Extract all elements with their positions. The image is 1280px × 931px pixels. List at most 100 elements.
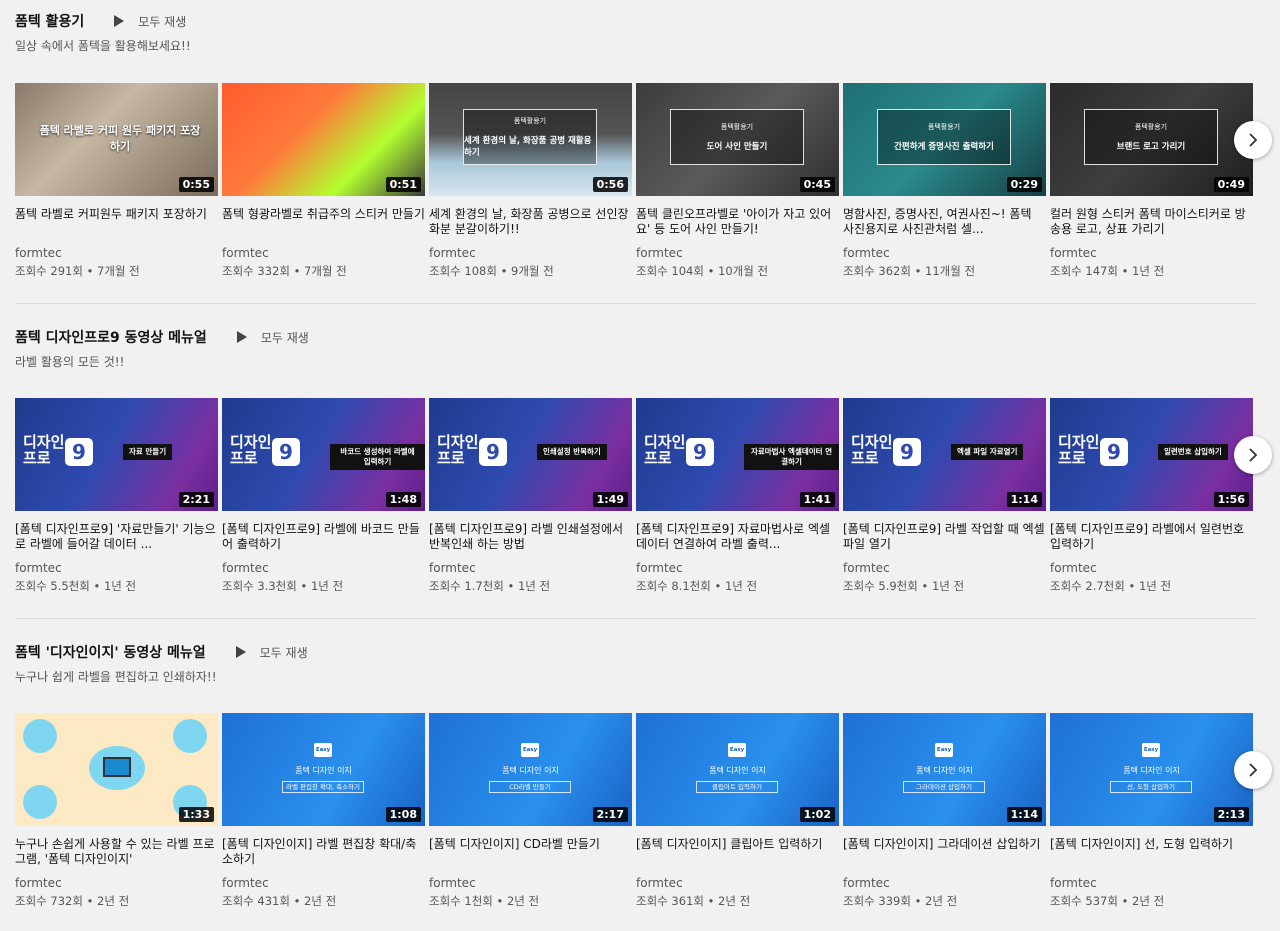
channel-name[interactable]: formtec xyxy=(15,876,218,890)
shelf-next-button[interactable] xyxy=(1234,121,1272,159)
channel-name[interactable]: formtec xyxy=(636,246,839,260)
video-card[interactable]: 디자인 프로 9 자료 만들기 2:21 [폼텍 디자인프로9] '자료만들기' … xyxy=(15,398,218,594)
video-thumbnail[interactable]: 디자인 프로 9 바코드 생성하여 라벨에 입력하기 1:48 xyxy=(222,398,425,511)
channel-name[interactable]: formtec xyxy=(843,246,1046,260)
video-thumbnail[interactable]: 디자인 프로 9 자료마법사 엑셀데이터 연결하기 1:41 xyxy=(636,398,839,511)
play-all-button[interactable]: 모두 재생 xyxy=(236,329,309,346)
video-thumbnail[interactable]: 폼텍활용기 세계 환경의 날, 화장품 공병 재활용하기 0:56 xyxy=(429,83,632,196)
video-card[interactable]: 0:51 폼텍 형광라벨로 취급주의 스티커 만들기 formtec 조회수 3… xyxy=(222,83,425,279)
channel-name[interactable]: formtec xyxy=(843,876,1046,890)
video-card[interactable]: Easy 폼텍 디자인 이지 그라데이션 삽입하기 1:14 [폼텍 디자인이지… xyxy=(843,713,1046,909)
thumbnail-series-label: 폼텍활용기 xyxy=(720,123,754,131)
channel-name[interactable]: formtec xyxy=(843,561,1046,575)
thumbnail-text: 자료마법사 엑셀데이터 연결하기 xyxy=(744,444,839,470)
channel-name[interactable]: formtec xyxy=(429,876,632,890)
video-thumbnail[interactable]: 1:33 xyxy=(15,713,218,826)
video-thumbnail[interactable]: 0:51 xyxy=(222,83,425,196)
designpro-logo: 디자인 프로 xyxy=(851,433,893,467)
video-thumbnail[interactable]: 디자인 프로 9 일련번호 삽입하기 1:56 xyxy=(1050,398,1253,511)
channel-name[interactable]: formtec xyxy=(1050,561,1253,575)
video-title[interactable]: [폼텍 디자인프로9] 라벨에 바코드 만들어 출력하기 xyxy=(222,522,425,552)
play-all-button[interactable]: 모두 재생 xyxy=(114,13,186,30)
video-thumbnail[interactable]: 폼텍 라벨로 커피 원두 패키지 포장하기 0:55 xyxy=(15,83,218,196)
channel-name[interactable]: formtec xyxy=(222,246,425,260)
video-meta: 조회수 5.5천회 • 1년 전 xyxy=(15,579,137,593)
chevron-right-icon xyxy=(1249,448,1258,462)
video-thumbnail[interactable]: Easy 폼텍 디자인 이지 CD라벨 만들기 2:17 xyxy=(429,713,632,826)
channel-name[interactable]: formtec xyxy=(222,561,425,575)
video-thumbnail[interactable]: 폼텍활용기 브랜드 로고 가리기 0:49 xyxy=(1050,83,1253,196)
video-thumbnail[interactable]: 폼텍활용기 간편하게 증명사진 출력하기 0:29 xyxy=(843,83,1046,196)
designpro-nine-badge: 9 xyxy=(272,438,300,466)
channel-name[interactable]: formtec xyxy=(429,561,632,575)
video-title[interactable]: 명함사진, 증명사진, 여권사진~! 폼텍 사진용지로 사진관처럼 셀... xyxy=(843,207,1046,237)
video-card[interactable]: 디자인 프로 9 인쇄설정 반복하기 1:49 [폼텍 디자인프로9] 라벨 인쇄… xyxy=(429,398,632,594)
video-card[interactable]: 폼텍활용기 도어 사인 만들기 0:45 폼텍 클린오프라벨로 '아이가 자고 … xyxy=(636,83,839,279)
play-all-button[interactable]: 모두 재생 xyxy=(235,644,308,661)
thumbnail-series-label: 폼텍 디자인 이지 xyxy=(1123,766,1180,775)
channel-name[interactable]: formtec xyxy=(429,246,632,260)
video-title[interactable]: 컬러 원형 스티커 폼텍 마이스티커로 방송용 로고, 상표 가리기 xyxy=(1050,207,1253,237)
video-title[interactable]: [폼텍 디자인이지] 클립아트 입력하기 xyxy=(636,837,839,867)
video-card[interactable]: 디자인 프로 9 자료마법사 엑셀데이터 연결하기 1:41 [폼텍 디자인프로9… xyxy=(636,398,839,594)
play-all-label: 모두 재생 xyxy=(259,645,308,660)
video-card[interactable]: Easy 폼텍 디자인 이지 클립아트 입력하기 1:02 [폼텍 디자인이지]… xyxy=(636,713,839,909)
video-title[interactable]: [폼텍 디자인이지] 그라데이션 삽입하기 xyxy=(843,837,1046,867)
video-card[interactable]: 1:33 누구나 손쉽게 사용할 수 있는 라벨 프로그램, '폼텍 디자인이지… xyxy=(15,713,218,909)
video-title[interactable]: [폼텍 디자인프로9] 자료마법사로 엑셀 데이터 연결하여 라벨 출력... xyxy=(636,522,839,552)
video-thumbnail[interactable]: 디자인 프로 9 자료 만들기 2:21 xyxy=(15,398,218,511)
channel-name[interactable]: formtec xyxy=(1050,246,1253,260)
shelf-title[interactable]: 폼텍 디자인프로9 동영상 메뉴얼 xyxy=(15,327,207,347)
video-title[interactable]: 세계 환경의 날, 화장품 공병으로 선인장 화분 분갈이하기!! xyxy=(429,207,632,237)
video-thumbnail[interactable]: 디자인 프로 9 엑셀 파일 자료열기 1:14 xyxy=(843,398,1046,511)
video-card[interactable]: Easy 폼텍 디자인 이지 선, 도형 삽입하기 2:13 [폼텍 디자인이지… xyxy=(1050,713,1253,909)
video-title[interactable]: [폼텍 디자인프로9] '자료만들기' 기능으로 라벨에 들어갈 데이터 ... xyxy=(15,522,218,552)
duration-badge: 2:13 xyxy=(1213,807,1249,822)
video-title[interactable]: 폼텍 형광라벨로 취급주의 스티커 만들기 xyxy=(222,207,425,237)
channel-name[interactable]: formtec xyxy=(636,561,839,575)
video-title[interactable]: [폼텍 디자인이지] 선, 도형 입력하기 xyxy=(1050,837,1253,867)
video-title[interactable]: [폼텍 디자인프로9] 라벨 작업할 때 엑셀 파일 열기 xyxy=(843,522,1046,552)
duration-badge: 1:02 xyxy=(799,807,835,822)
video-title[interactable]: [폼텍 디자인프로9] 라벨 인쇄설정에서 반복인쇄 하는 방법 xyxy=(429,522,632,552)
video-thumbnail[interactable]: Easy 폼텍 디자인 이지 라벨 편집창 확대, 축소하기 1:08 xyxy=(222,713,425,826)
video-thumbnail[interactable]: Easy 폼텍 디자인 이지 클립아트 입력하기 1:02 xyxy=(636,713,839,826)
channel-name[interactable]: formtec xyxy=(636,876,839,890)
video-meta: 조회수 732회 • 2년 전 xyxy=(15,894,130,908)
shelf-title[interactable]: 폼텍 활용기 xyxy=(15,11,84,31)
channel-name[interactable]: formtec xyxy=(1050,876,1253,890)
person-illustration xyxy=(23,719,57,753)
channel-name[interactable]: formtec xyxy=(15,246,218,260)
video-thumbnail[interactable]: Easy 폼텍 디자인 이지 그라데이션 삽입하기 1:14 xyxy=(843,713,1046,826)
video-title[interactable]: [폼텍 디자인이지] CD라벨 만들기 xyxy=(429,837,632,867)
video-card[interactable]: 디자인 프로 9 엑셀 파일 자료열기 1:14 [폼텍 디자인프로9] 라벨 작… xyxy=(843,398,1046,594)
video-meta: 조회수 332회 • 7개월 전 xyxy=(222,264,347,278)
video-card[interactable]: Easy 폼텍 디자인 이지 CD라벨 만들기 2:17 [폼텍 디자인이지] … xyxy=(429,713,632,909)
video-meta: 조회수 104회 • 10개월 전 xyxy=(636,264,769,278)
video-thumbnail[interactable]: 디자인 프로 9 인쇄설정 반복하기 1:49 xyxy=(429,398,632,511)
video-card[interactable]: 폼텍활용기 세계 환경의 날, 화장품 공병 재활용하기 0:56 세계 환경의… xyxy=(429,83,632,279)
video-thumbnail[interactable]: 폼텍활용기 도어 사인 만들기 0:45 xyxy=(636,83,839,196)
shelf-next-button[interactable] xyxy=(1234,751,1272,789)
duration-badge: 2:17 xyxy=(592,807,628,822)
video-title[interactable]: 폼텍 클린오프라벨로 '아이가 자고 있어요' 등 도어 사인 만들기! xyxy=(636,207,839,237)
shelf-next-button[interactable] xyxy=(1234,436,1272,474)
video-meta: 조회수 362회 • 11개월 전 xyxy=(843,264,976,278)
video-title[interactable]: [폼텍 디자인프로9] 라벨에서 일련번호 입력하기 xyxy=(1050,522,1253,552)
video-card[interactable]: 디자인 프로 9 바코드 생성하여 라벨에 입력하기 1:48 [폼텍 디자인프로… xyxy=(222,398,425,594)
duration-badge: 0:56 xyxy=(592,177,628,192)
video-title[interactable]: 누구나 손쉽게 사용할 수 있는 라벨 프로그램, '폼텍 디자인이지' xyxy=(15,837,218,867)
video-card[interactable]: Easy 폼텍 디자인 이지 라벨 편집창 확대, 축소하기 1:08 [폼텍 … xyxy=(222,713,425,909)
video-title[interactable]: [폼텍 디자인이지] 라벨 편집창 확대/축소하기 xyxy=(222,837,425,867)
video-meta: 조회수 339회 • 2년 전 xyxy=(843,894,958,908)
channel-name[interactable]: formtec xyxy=(222,876,425,890)
easy-logo-badge: Easy xyxy=(521,743,539,757)
video-card[interactable]: 디자인 프로 9 일련번호 삽입하기 1:56 [폼텍 디자인프로9] 라벨에서 … xyxy=(1050,398,1253,594)
video-thumbnail[interactable]: Easy 폼텍 디자인 이지 선, 도형 삽입하기 2:13 xyxy=(1050,713,1253,826)
video-card[interactable]: 폼텍활용기 간편하게 증명사진 출력하기 0:29 명함사진, 증명사진, 여권… xyxy=(843,83,1046,279)
video-card[interactable]: 폼텍 라벨로 커피 원두 패키지 포장하기 0:55 폼텍 라벨로 커피원두 패… xyxy=(15,83,218,279)
channel-name[interactable]: formtec xyxy=(15,561,218,575)
shelf-title[interactable]: 폼텍 '디자인이지' 동영상 메뉴얼 xyxy=(15,642,206,662)
video-title[interactable]: 폼텍 라벨로 커피원두 패키지 포장하기 xyxy=(15,207,218,237)
video-card[interactable]: 폼텍활용기 브랜드 로고 가리기 0:49 컬러 원형 스티커 폼텍 마이스티커… xyxy=(1050,83,1253,279)
